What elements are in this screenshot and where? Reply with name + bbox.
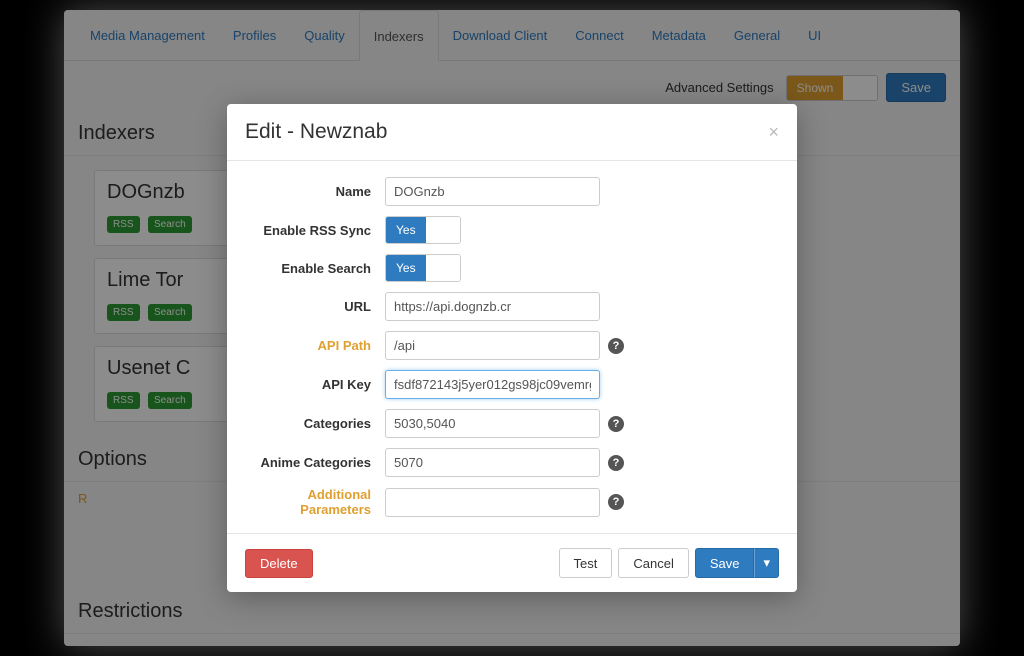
delete-button[interactable]: Delete bbox=[245, 549, 313, 578]
additional-params-input[interactable] bbox=[385, 488, 600, 517]
modal-title: Edit - Newznab bbox=[245, 120, 387, 144]
name-input[interactable] bbox=[385, 177, 600, 206]
apikey-input[interactable] bbox=[385, 370, 600, 399]
rss-toggle[interactable]: Yes bbox=[385, 216, 461, 244]
cancel-button[interactable]: Cancel bbox=[618, 548, 688, 578]
help-icon[interactable]: ? bbox=[608, 338, 624, 354]
name-label: Name bbox=[245, 184, 385, 199]
apipath-label: API Path bbox=[245, 338, 385, 353]
save-dropdown-caret[interactable]: ▾ bbox=[754, 548, 779, 578]
close-icon[interactable]: × bbox=[768, 122, 779, 143]
rss-label: Enable RSS Sync bbox=[245, 223, 385, 238]
search-toggle[interactable]: Yes bbox=[385, 254, 461, 282]
anime-categories-input[interactable] bbox=[385, 448, 600, 477]
test-button[interactable]: Test bbox=[559, 548, 613, 578]
apikey-label: API Key bbox=[245, 377, 385, 392]
url-input[interactable] bbox=[385, 292, 600, 321]
search-label: Enable Search bbox=[245, 261, 385, 276]
additional-params-label: Additional Parameters bbox=[245, 487, 385, 517]
app-frame: Media Management Profiles Quality Indexe… bbox=[64, 10, 960, 646]
help-icon[interactable]: ? bbox=[608, 494, 624, 510]
url-label: URL bbox=[245, 299, 385, 314]
apipath-input[interactable] bbox=[385, 331, 600, 360]
categories-input[interactable] bbox=[385, 409, 600, 438]
help-icon[interactable]: ? bbox=[608, 455, 624, 471]
categories-label: Categories bbox=[245, 416, 385, 431]
save-button[interactable]: Save bbox=[695, 548, 755, 578]
help-icon[interactable]: ? bbox=[608, 416, 624, 432]
edit-indexer-modal: Edit - Newznab × Name Enable RSS Sync Ye… bbox=[227, 104, 797, 592]
anime-categories-label: Anime Categories bbox=[245, 455, 385, 470]
